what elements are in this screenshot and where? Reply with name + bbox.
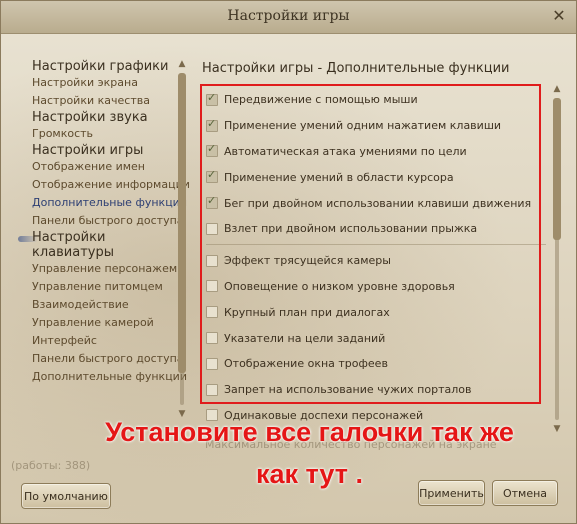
nav-item-extra-functions[interactable]: Дополнительные функции <box>32 194 187 212</box>
option-low-health-alert[interactable]: Оповещение о низком уровне здоровья <box>206 274 546 300</box>
checkbox-icon[interactable] <box>206 332 218 345</box>
option-label: Крупный план при диалогах <box>224 305 390 319</box>
section-title: Настройки игры - Дополнительные функции <box>202 61 510 76</box>
settings-window: Настройки игры ✕ Настройки графики Настр… <box>0 0 577 524</box>
option-label: Запрет на использование чужих порталов <box>224 383 472 397</box>
cancel-button[interactable]: Отмена <box>492 480 558 506</box>
nav-item-interaction[interactable]: Взаимодействие <box>32 296 182 314</box>
option-loot-window[interactable]: Отображение окна трофеев <box>206 351 546 377</box>
nav-item-character-control[interactable]: Управление персонажем <box>32 260 182 278</box>
scroll-up-icon[interactable]: ▲ <box>177 59 187 69</box>
option-one-key-skills[interactable]: Применение умений одним нажатием клавиши <box>206 113 546 139</box>
option-label: Передвижение с помощью мыши <box>224 93 418 107</box>
option-label: Взлет при двойном использовании прыжка <box>224 222 478 236</box>
nav-item-screen[interactable]: Настройки экрана <box>32 74 182 92</box>
option-quest-pointers[interactable]: Указатели на цели заданий <box>206 325 546 351</box>
nav-item-info[interactable]: Отображение информации <box>32 176 190 194</box>
nav-item-volume[interactable]: Громкость <box>32 125 182 143</box>
nav-group-game: Настройки игры Отображение имен Отображе… <box>32 143 190 230</box>
title-bar[interactable]: Настройки игры ✕ <box>1 1 576 34</box>
nav-group-sound: Настройки звука Громкость <box>32 110 182 143</box>
nav-item-pet-control[interactable]: Управление питомцем <box>32 278 182 296</box>
settings-nav: Настройки графики Настройки экрана Настр… <box>32 59 190 386</box>
scroll-up-icon[interactable]: ▲ <box>552 84 562 94</box>
nav-item-quality[interactable]: Настройки качества <box>32 92 182 110</box>
nav-group-label: Настройки игры <box>32 143 144 158</box>
option-label: Автоматическая атака умениями по цели <box>224 144 467 158</box>
nav-item-interface[interactable]: Интерфейс <box>32 332 182 350</box>
checkbox-icon[interactable] <box>206 254 218 267</box>
nav-scrollbar[interactable]: ▲ ▼ <box>177 59 187 419</box>
option-label: Эффект трясущейся камеры <box>224 254 391 268</box>
close-icon[interactable]: ✕ <box>550 7 568 25</box>
option-double-tap-run[interactable]: Бег при двойном использовании клавиши дв… <box>206 190 546 216</box>
option-camera-shake[interactable]: Эффект трясущейся камеры <box>206 248 546 274</box>
nav-item-key-quickbars[interactable]: Панели быстрого доступа <box>32 350 184 368</box>
option-mouse-movement[interactable]: Передвижение с помощью мыши <box>206 87 546 113</box>
nav-group-keyboard: Настройки клавиатуры Управление персонаж… <box>32 230 187 386</box>
checkbox-icon[interactable] <box>206 383 218 396</box>
option-label: Применение умений в области курсора <box>224 170 454 184</box>
default-button[interactable]: По умолчанию <box>21 483 111 509</box>
option-label: Применение умений одним нажатием клавиши <box>224 119 502 133</box>
checkbox-icon[interactable] <box>206 357 218 370</box>
options-scrollbar[interactable]: ▲ ▼ <box>552 84 562 434</box>
option-label: Оповещение о низком уровне здоровья <box>224 279 455 293</box>
window-title: Настройки игры <box>227 8 350 24</box>
divider <box>206 243 546 245</box>
checkbox-checked-icon[interactable] <box>206 117 218 132</box>
option-cursor-area-skills[interactable]: Применение умений в области курсора <box>206 164 546 190</box>
checkbox-icon[interactable] <box>206 222 218 235</box>
option-auto-attack[interactable]: Автоматическая атака умениями по цели <box>206 139 546 165</box>
checkbox-icon[interactable] <box>206 280 218 293</box>
annotation-line-1: Установите все галочки так же <box>105 417 514 447</box>
option-block-portals[interactable]: Запрет на использование чужих порталов <box>206 377 546 403</box>
scroll-thumb[interactable] <box>178 73 186 373</box>
nav-item-quickbars[interactable]: Панели быстрого доступа <box>32 212 184 230</box>
option-dialog-closeup[interactable]: Крупный план при диалогах <box>206 299 546 325</box>
checkbox-icon[interactable] <box>206 306 218 319</box>
scroll-thumb[interactable] <box>553 98 561 240</box>
nav-item-camera-control[interactable]: Управление камерой <box>32 314 182 332</box>
apply-button[interactable]: Применить <box>418 480 485 506</box>
option-label: Бег при двойном использовании клавиши дв… <box>224 196 532 210</box>
checkbox-checked-icon[interactable] <box>206 142 218 158</box>
checkbox-checked-icon[interactable] <box>206 194 218 210</box>
nav-group-graphics: Настройки графики Настройки экрана Настр… <box>32 59 182 110</box>
nav-group-label: Настройки звука <box>32 110 148 125</box>
nav-group-label: Настройки графики <box>32 59 169 74</box>
nav-item-names[interactable]: Отображение имен <box>32 158 182 176</box>
option-label: Отображение окна трофеев <box>224 357 388 371</box>
option-label: Указатели на цели заданий <box>224 331 386 345</box>
checkbox-checked-icon[interactable] <box>206 168 218 184</box>
options-list: Передвижение с помощью мыши Применение у… <box>206 87 546 428</box>
nav-group-label: Настройки клавиатуры <box>32 230 114 260</box>
option-double-jump-fly[interactable]: Взлет при двойном использовании прыжка <box>206 216 546 242</box>
checkbox-checked-icon[interactable] <box>206 91 218 106</box>
nav-item-key-extra-functions[interactable]: Дополнительные функции <box>32 368 187 386</box>
